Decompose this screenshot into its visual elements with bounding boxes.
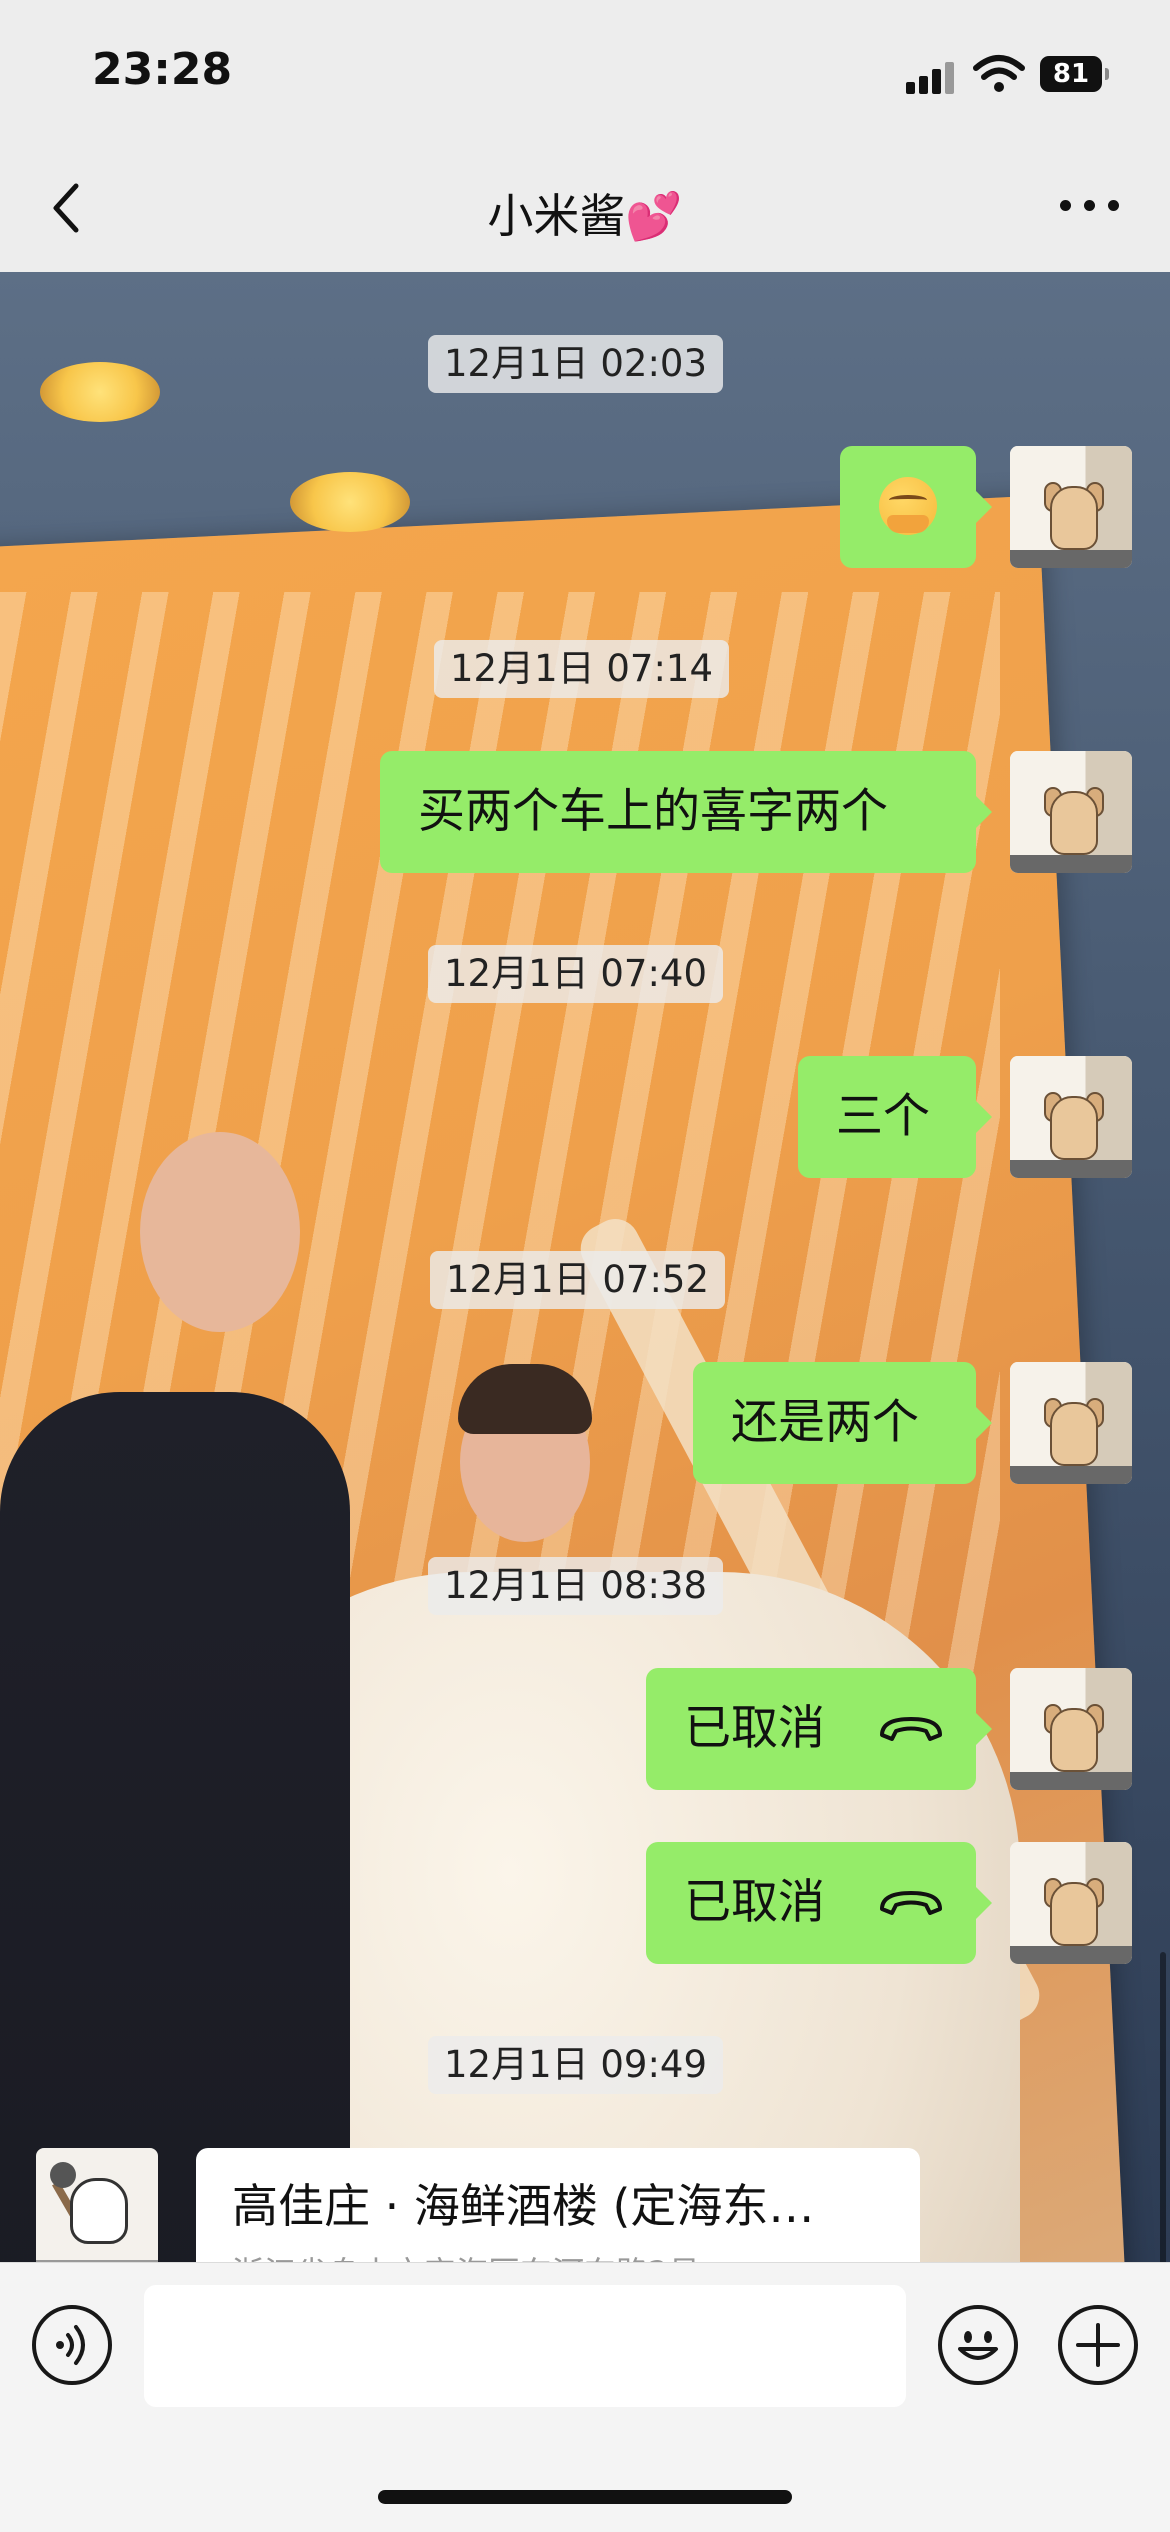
phone-hangup-icon [879, 1716, 942, 1741]
message-timestamp: 12月1日 07:14 [434, 640, 730, 698]
sent-text-bubble[interactable]: 三个 [798, 1056, 992, 1178]
phone-hangup-icon [879, 1890, 942, 1915]
scroll-indicator[interactable] [1160, 1952, 1166, 2282]
message-text-input[interactable] [144, 2285, 906, 2407]
my-avatar[interactable] [1010, 1362, 1132, 1484]
cellular-signal-icon [906, 60, 956, 94]
message-timestamp: 12月1日 08:38 [428, 1557, 724, 1615]
call-cancelled-bubble[interactable]: 已取消 [646, 1842, 992, 1964]
home-indicator[interactable] [378, 2490, 792, 2504]
emoji-smile-icon[interactable] [938, 2305, 1018, 2385]
call-cancelled-bubble[interactable]: 已取消 [646, 1668, 992, 1790]
chat-message-list[interactable]: 12月1日 02:03 12月1日 07:14 买两个车上的喜字两个 12月1日… [0, 272, 1170, 2282]
wifi-icon [973, 55, 1025, 92]
status-time: 23:28 [92, 44, 233, 95]
chat-navbar: 小米酱💕 [0, 140, 1170, 272]
chat-title: 小米酱💕 [487, 189, 683, 243]
message-timestamp: 12月1日 09:49 [428, 2036, 724, 2094]
message-timestamp: 12月1日 07:40 [428, 945, 724, 1003]
shy-face-emoji [879, 476, 937, 535]
sent-text-bubble[interactable]: 还是两个 [693, 1362, 992, 1484]
message-timestamp: 12月1日 02:03 [428, 335, 724, 393]
call-status-text: 已取消 [684, 1875, 825, 1930]
more-dots-icon[interactable] [1060, 190, 1120, 220]
call-status-text: 已取消 [684, 1701, 825, 1756]
sent-text-bubble[interactable]: 买两个车上的喜字两个 [380, 751, 992, 873]
my-avatar[interactable] [1010, 1668, 1132, 1790]
sent-emoji-bubble[interactable] [840, 446, 992, 568]
location-title: 高佳庄 · 海鲜酒楼 (定海东… [232, 2179, 815, 2233]
my-avatar[interactable] [1010, 1842, 1132, 1964]
message-timestamp: 12月1日 07:52 [430, 1251, 726, 1309]
plus-circle-icon[interactable] [1058, 2305, 1138, 2385]
voice-icon[interactable] [32, 2305, 112, 2385]
friend-avatar[interactable] [36, 2148, 158, 2270]
my-avatar[interactable] [1010, 446, 1132, 568]
status-bar: 23:28 81 [0, 0, 1170, 140]
my-avatar[interactable] [1010, 751, 1132, 873]
my-avatar[interactable] [1010, 1056, 1132, 1178]
battery-icon: 81 [1040, 56, 1109, 92]
